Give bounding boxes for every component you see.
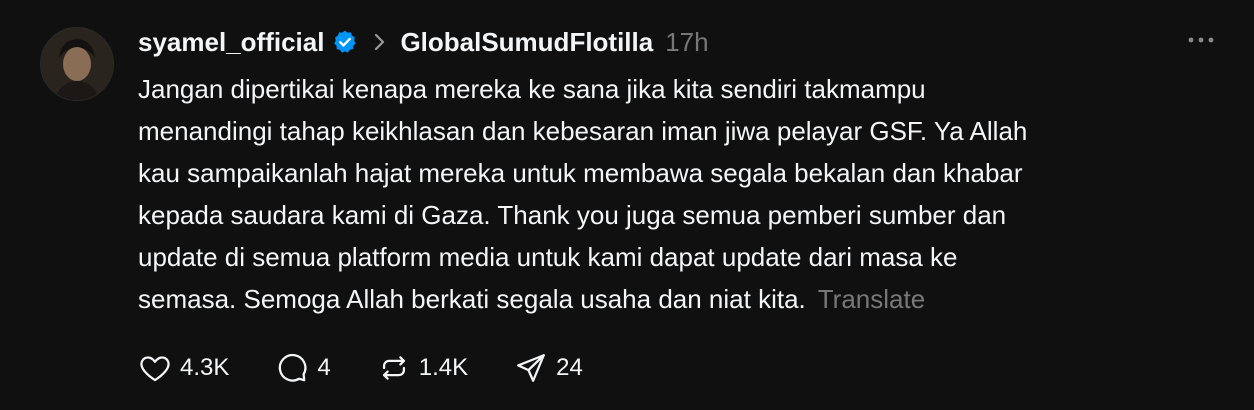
post-text-line: Jangan dipertikai kenapa mereka ke sana … xyxy=(138,74,926,104)
post-text-line: menandingi tahap keikhlasan dan kebesara… xyxy=(138,116,1028,146)
more-options-icon[interactable] xyxy=(1186,30,1216,50)
chevron-right-icon xyxy=(372,32,388,52)
community-name[interactable]: GlobalSumudFlotilla xyxy=(400,27,653,58)
avatar[interactable] xyxy=(40,27,114,101)
post-timestamp[interactable]: 17h xyxy=(665,27,708,58)
post-text: Jangan dipertikai kenapa mereka ke sana … xyxy=(138,68,1198,320)
share-count: 24 xyxy=(556,354,583,381)
post-text-line: kepada saudara kami di Gaza. Thank you j… xyxy=(138,200,1007,230)
like-button[interactable]: 4.3K xyxy=(138,351,229,385)
post-text-line: kau sampaikanlah hajat mereka untuk memb… xyxy=(138,158,1023,188)
heart-icon xyxy=(138,351,172,385)
avatar-image xyxy=(41,28,113,100)
post-text-last-line: semasa. Semoga Allah berkati segala usah… xyxy=(138,278,1198,320)
reply-button[interactable]: 4 xyxy=(275,351,331,385)
repost-icon xyxy=(377,351,411,385)
repost-count: 1.4K xyxy=(418,354,469,381)
post-header: syamel_official GlobalSumudFlotilla 17h xyxy=(138,22,709,62)
comment-icon xyxy=(275,351,309,385)
translate-link[interactable]: Translate xyxy=(818,284,925,314)
post-actions: 4.3K 4 1.4K 24 xyxy=(138,348,629,388)
share-icon xyxy=(514,351,548,385)
post-text-line: semasa. Semoga Allah berkati segala usah… xyxy=(138,284,806,314)
verified-badge-icon xyxy=(332,29,358,55)
repost-button[interactable]: 1.4K xyxy=(377,351,468,385)
like-count: 4.3K xyxy=(180,354,230,381)
post-text-line: update di semua platform media untuk kam… xyxy=(138,242,958,272)
share-button[interactable]: 24 xyxy=(514,351,583,385)
author-username[interactable]: syamel_official xyxy=(138,27,324,58)
reply-count: 4 xyxy=(317,354,331,381)
thread-post: syamel_official GlobalSumudFlotilla 17h … xyxy=(0,0,1254,410)
